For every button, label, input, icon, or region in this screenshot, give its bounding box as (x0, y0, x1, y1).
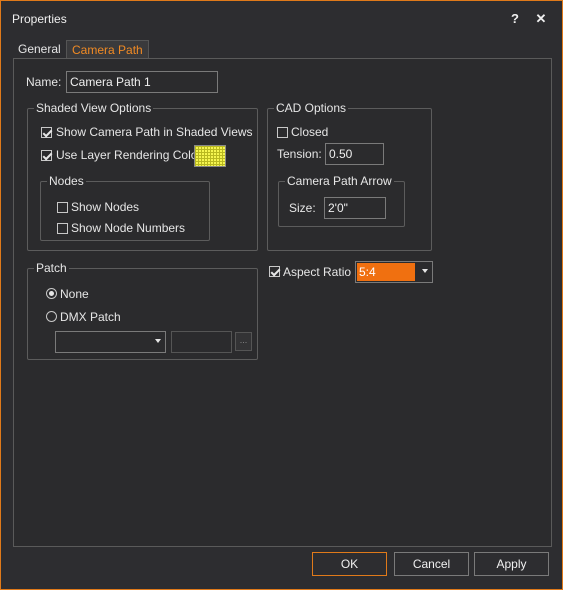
cancel-button[interactable]: Cancel (394, 552, 469, 576)
name-input[interactable]: Camera Path 1 (66, 71, 218, 93)
shaded-view-options-title: Shaded View Options (34, 101, 154, 115)
patch-group: Patch None DMX Patch ... (27, 261, 258, 360)
tab-camera-path[interactable]: Camera Path (66, 40, 149, 58)
patch-title: Patch (34, 261, 69, 275)
camera-path-arrow-title: Camera Path Arrow (285, 174, 394, 188)
patch-field[interactable] (171, 331, 232, 353)
patch-dmx-label[interactable]: DMX Patch (60, 310, 121, 324)
camera-path-arrow-group: Camera Path Arrow Size: 2'0" (278, 174, 405, 227)
arrow-size-input[interactable]: 2'0" (324, 197, 386, 219)
aspect-ratio-dropdown[interactable]: 5:4 (355, 261, 433, 283)
arrow-size-label: Size: (289, 201, 316, 215)
show-nodes-checkbox[interactable] (57, 202, 68, 213)
patch-browse-button[interactable]: ... (235, 332, 252, 351)
shaded-view-options-group: Shaded View Options Show Camera Path in … (27, 101, 258, 251)
show-camera-path-label[interactable]: Show Camera Path in Shaded Views (56, 125, 253, 139)
closed-checkbox[interactable] (277, 127, 288, 138)
tab-general[interactable]: General (13, 40, 66, 58)
show-nodes-label[interactable]: Show Nodes (71, 200, 139, 214)
tension-input[interactable]: 0.50 (325, 143, 384, 165)
aspect-ratio-label[interactable]: Aspect Ratio (283, 265, 351, 279)
chevron-down-icon (422, 269, 428, 273)
cad-options-group: CAD Options Closed Tension: 0.50 Camera … (267, 101, 432, 251)
patch-dmx-radio[interactable] (46, 311, 57, 322)
title-bar[interactable]: Properties ? ✕ (1, 1, 562, 37)
closed-label[interactable]: Closed (291, 125, 328, 139)
patch-dropdown[interactable] (55, 331, 166, 353)
camera-path-panel: Name: Camera Path 1 Shaded View Options … (13, 58, 552, 547)
aspect-ratio-checkbox[interactable] (269, 266, 280, 277)
show-node-numbers-checkbox[interactable] (57, 223, 68, 234)
cad-options-title: CAD Options (274, 101, 349, 115)
properties-dialog: Properties ? ✕ General Camera Path Name:… (0, 0, 563, 590)
chevron-down-icon (155, 339, 161, 343)
help-button[interactable]: ? (505, 9, 525, 29)
window-title: Properties (12, 12, 67, 26)
tension-label: Tension: (277, 147, 322, 161)
layer-color-swatch[interactable] (194, 145, 226, 167)
nodes-group: Nodes Show Nodes Show Node Numbers (40, 174, 210, 241)
nodes-title: Nodes (47, 174, 86, 188)
show-node-numbers-label[interactable]: Show Node Numbers (71, 221, 185, 235)
apply-button[interactable]: Apply (474, 552, 549, 576)
use-layer-color-label[interactable]: Use Layer Rendering Color (56, 148, 201, 162)
patch-none-radio[interactable] (46, 288, 57, 299)
close-button[interactable]: ✕ (531, 9, 551, 29)
show-camera-path-checkbox[interactable] (41, 127, 52, 138)
aspect-ratio-value: 5:4 (359, 265, 376, 279)
patch-none-label[interactable]: None (60, 287, 89, 301)
name-label: Name: (26, 75, 62, 89)
ok-button[interactable]: OK (312, 552, 387, 576)
use-layer-color-checkbox[interactable] (41, 150, 52, 161)
